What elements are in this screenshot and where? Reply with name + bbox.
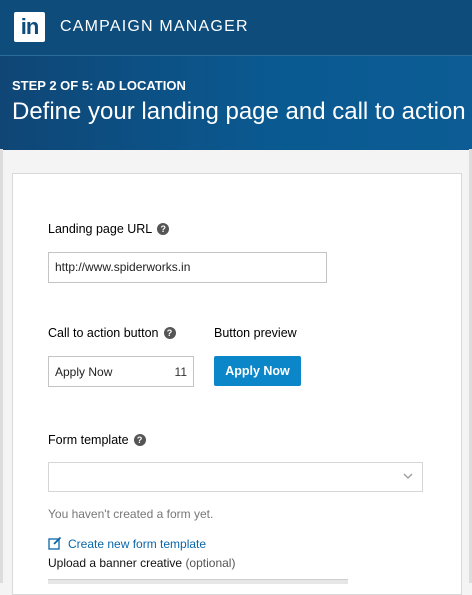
- landing-url-label: Landing page URL: [48, 222, 153, 236]
- apply-now-preview-button[interactable]: Apply Now: [214, 356, 301, 386]
- create-form-template-link[interactable]: Create new form template: [48, 536, 206, 551]
- chevron-down-icon: [403, 473, 413, 479]
- left-border: [0, 149, 3, 583]
- preview-label: Button preview: [214, 326, 297, 340]
- help-icon[interactable]: ?: [163, 327, 176, 339]
- landing-url-input[interactable]: http://www.spiderworks.in: [48, 252, 327, 283]
- upload-banner-label: Upload a banner creative (optional): [48, 556, 235, 570]
- cta-value: Apply Now: [55, 365, 113, 379]
- optional-tag: (optional): [185, 556, 236, 570]
- form-template-select[interactable]: [48, 462, 423, 492]
- cta-label: Call to action button: [48, 326, 159, 340]
- page-title: Define your landing page and call to act…: [12, 98, 466, 125]
- help-icon[interactable]: ?: [157, 223, 170, 235]
- character-counter: 11: [174, 365, 187, 379]
- edit-icon: [48, 536, 62, 550]
- linkedin-logo[interactable]: in: [14, 12, 45, 42]
- landing-url-label-row: Landing page URL?: [48, 222, 170, 236]
- cta-label-row: Call to action button?: [48, 326, 176, 340]
- cta-input[interactable]: Apply Now 11: [48, 356, 194, 387]
- app-title: CAMPAIGN MANAGER: [60, 18, 249, 35]
- form-template-hint: You haven't created a form yet.: [48, 507, 214, 521]
- help-icon[interactable]: ?: [133, 434, 146, 446]
- landing-url-value: http://www.spiderworks.in: [55, 260, 191, 274]
- create-form-template-label: Create new form template: [68, 537, 207, 551]
- top-bar: in CAMPAIGN MANAGER: [0, 0, 472, 55]
- form-template-label-row: Form template?: [48, 433, 146, 447]
- step-header: STEP 2 OF 5: AD LOCATION Define your lan…: [0, 55, 472, 150]
- form-template-label: Form template: [48, 433, 129, 447]
- upload-area-edge: [48, 579, 348, 584]
- upload-banner-text: Upload a banner creative: [48, 556, 183, 570]
- step-indicator: STEP 2 OF 5: AD LOCATION: [12, 78, 186, 93]
